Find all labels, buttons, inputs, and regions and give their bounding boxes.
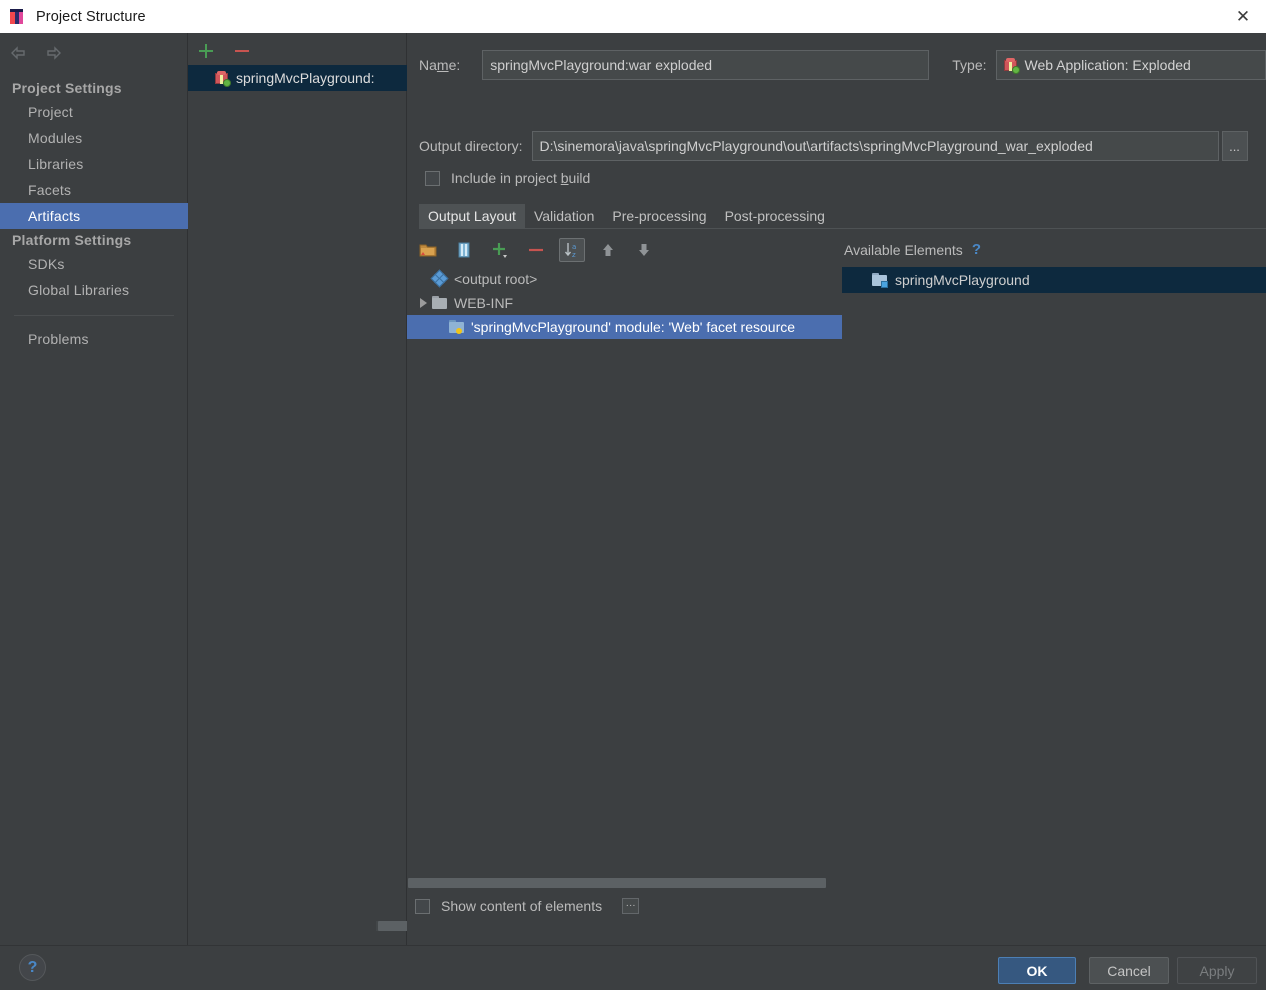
move-down-icon[interactable] bbox=[631, 238, 657, 262]
tree-row[interactable]: WEB-INF bbox=[407, 291, 842, 315]
ok-button[interactable]: OK bbox=[998, 957, 1076, 984]
tree-row[interactable]: <output root> bbox=[407, 267, 842, 291]
svg-text:z: z bbox=[572, 251, 576, 259]
sidebar-item-global-libraries[interactable]: Global Libraries bbox=[0, 277, 188, 303]
help-button[interactable]: ? bbox=[19, 954, 46, 981]
expand-arrow-icon[interactable] bbox=[415, 295, 431, 311]
svg-text:a: a bbox=[572, 243, 576, 251]
tree-twisty-placeholder bbox=[415, 319, 431, 335]
create-archive-icon[interactable] bbox=[451, 238, 477, 262]
output-directory-label: Output directory: bbox=[419, 138, 523, 154]
add-copy-icon[interactable] bbox=[487, 238, 513, 262]
output-layout-toolbar: a z bbox=[415, 237, 657, 263]
facet-resource-icon bbox=[449, 320, 465, 334]
output-root-icon bbox=[430, 269, 449, 288]
add-artifact-button[interactable] bbox=[196, 41, 216, 61]
sidebar-item-modules[interactable]: Modules bbox=[0, 125, 188, 151]
available-elements-tree: springMvcPlayground bbox=[842, 267, 1266, 293]
create-directory-icon[interactable] bbox=[415, 238, 441, 262]
project-structure-dialog: Project Settings Project Modules Librari… bbox=[0, 33, 1266, 990]
sidebar-divider bbox=[14, 315, 174, 316]
artifact-name: springMvcPlayground: bbox=[236, 70, 375, 86]
sidebar-group-platform-settings: Platform Settings bbox=[12, 232, 132, 248]
include-in-project-build-checkbox[interactable] bbox=[425, 170, 440, 186]
sidebar-item-project[interactable]: Project bbox=[0, 99, 188, 125]
sidebar-item-artifacts[interactable]: Artifacts bbox=[0, 203, 188, 229]
show-content-of-elements-checkbox[interactable] bbox=[415, 898, 430, 914]
cancel-button[interactable]: Cancel bbox=[1089, 957, 1169, 984]
name-input[interactable] bbox=[482, 50, 930, 80]
window-title-bar: Project Structure ✕ bbox=[0, 0, 1266, 33]
remove-icon[interactable] bbox=[523, 238, 549, 262]
artifact-icon bbox=[214, 70, 231, 87]
window-title: Project Structure bbox=[36, 8, 146, 25]
show-content-options-button[interactable]: ··· bbox=[622, 898, 640, 914]
output-directory-input[interactable] bbox=[531, 131, 1219, 161]
tree-row[interactable]: 'springMvcPlayground' module: 'Web' face… bbox=[407, 315, 842, 339]
name-row: Name: Type: Web Application: Exploded bbox=[419, 50, 1266, 80]
include-in-project-build-row[interactable]: Include in project build bbox=[425, 170, 590, 186]
apply-button: Apply bbox=[1177, 957, 1257, 984]
module-folder-icon bbox=[872, 273, 888, 288]
move-up-icon[interactable] bbox=[595, 238, 621, 262]
intellij-idea-icon bbox=[10, 8, 26, 25]
artifact-editor: Name: Type: Web Application: Exploded Ou… bbox=[407, 33, 1266, 945]
type-combobox[interactable]: Web Application: Exploded bbox=[995, 50, 1266, 80]
sidebar-group-project-settings: Project Settings bbox=[12, 80, 122, 96]
artifacts-list-panel: springMvcPlayground: bbox=[188, 33, 595, 945]
output-layout-tree: <output root> WEB-INF 'springMvcPlaygrou… bbox=[407, 267, 842, 339]
sidebar-item-facets[interactable]: Facets bbox=[0, 177, 188, 203]
folder-icon bbox=[432, 296, 448, 310]
artifacts-list: springMvcPlayground: bbox=[188, 65, 407, 91]
artifact-icon bbox=[1003, 57, 1020, 74]
close-icon[interactable]: ✕ bbox=[1220, 0, 1266, 33]
tab-post-processing[interactable]: Post-processing bbox=[715, 204, 834, 228]
artifacts-toolbar bbox=[196, 41, 252, 61]
type-label: Type: bbox=[952, 57, 987, 73]
dialog-footer: ? OK Cancel Apply bbox=[0, 945, 1266, 990]
tree-row-label: 'springMvcPlayground' module: 'Web' face… bbox=[471, 319, 796, 335]
tab-validation[interactable]: Validation bbox=[524, 204, 604, 228]
settings-sidebar: Project Settings Project Modules Librari… bbox=[0, 33, 188, 945]
available-elements-title: Available Elements bbox=[844, 241, 963, 258]
back-arrow-icon[interactable] bbox=[8, 43, 28, 63]
artifact-tabs: Output Layout Validation Pre-processing … bbox=[419, 204, 1266, 229]
available-element-label: springMvcPlayground bbox=[895, 272, 1030, 288]
sidebar-item-libraries[interactable]: Libraries bbox=[0, 151, 188, 177]
sidebar-nav-buttons bbox=[8, 43, 64, 63]
name-label: Name: bbox=[419, 57, 461, 73]
show-content-of-elements-row[interactable]: Show content of elements ··· bbox=[415, 898, 640, 914]
tab-output-layout[interactable]: Output Layout bbox=[419, 204, 525, 228]
output-directory-row: Output directory: ... bbox=[419, 131, 1266, 161]
remove-artifact-button[interactable] bbox=[232, 41, 252, 61]
tree-row-label: WEB-INF bbox=[454, 295, 514, 311]
list-item[interactable]: springMvcPlayground: bbox=[188, 65, 407, 91]
sidebar-item-problems[interactable]: Problems bbox=[0, 326, 188, 352]
browse-output-directory-button[interactable]: ... bbox=[1221, 131, 1248, 161]
show-content-of-elements-label: Show content of elements bbox=[441, 898, 603, 914]
forward-arrow-icon[interactable] bbox=[44, 43, 64, 63]
sidebar-item-sdks[interactable]: SDKs bbox=[0, 251, 188, 277]
tree-row-label: <output root> bbox=[454, 271, 538, 287]
output-tree-horizontal-scrollbar[interactable] bbox=[408, 878, 826, 888]
tree-twisty-placeholder bbox=[415, 271, 431, 287]
help-icon[interactable]: ? bbox=[972, 241, 981, 258]
sort-alphabetically-icon[interactable]: a z bbox=[559, 238, 585, 262]
list-item[interactable]: springMvcPlayground bbox=[842, 267, 1266, 293]
sidebar-scrollbar[interactable] bbox=[0, 931, 188, 945]
tab-pre-processing[interactable]: Pre-processing bbox=[603, 204, 716, 228]
include-in-project-build-label: Include in project build bbox=[451, 170, 591, 186]
type-value: Web Application: Exploded bbox=[1024, 57, 1191, 73]
available-elements-header: Available Elements ? bbox=[844, 241, 981, 258]
